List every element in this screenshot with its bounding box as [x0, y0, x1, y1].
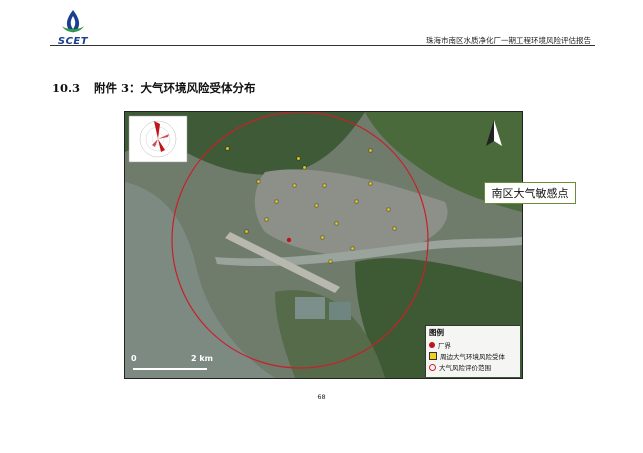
plant-marker — [286, 237, 292, 243]
receptor-marker — [350, 246, 355, 251]
receptor-marker — [392, 226, 397, 231]
receptor-marker — [354, 199, 359, 204]
legend-label: 大气风险评价范围 — [439, 364, 491, 372]
receptor-marker — [296, 156, 301, 161]
section-number: 10.3 — [52, 81, 81, 95]
receptor-marker — [328, 259, 333, 264]
legend-item-plant: 厂界 — [429, 340, 451, 350]
receptor-marker — [274, 199, 279, 204]
receptor-marker — [314, 203, 319, 208]
receptor-marker — [386, 207, 391, 212]
section-title: 附件 3：大气环境风险受体分布 — [94, 81, 256, 95]
plant-dot-icon — [429, 342, 435, 348]
legend-item-receptor: 周边大气环境风险受体 — [429, 351, 505, 361]
scale-start: 0 — [131, 354, 137, 363]
receptor-marker — [244, 229, 249, 234]
section-heading: 10.3 附件 3：大气环境风险受体分布 — [52, 80, 256, 96]
scale-bar-line — [133, 368, 207, 370]
legend-label: 厂界 — [438, 342, 451, 350]
receptor-marker — [368, 148, 373, 153]
receptor-square-icon — [429, 352, 437, 360]
wind-rose — [128, 115, 188, 163]
report-page: SCET 珠海市南区水质净化厂一期工程环境风险评估报告 10.3 附件 3：大气环… — [0, 0, 643, 453]
receptor-marker — [302, 165, 307, 170]
receptor-marker — [292, 183, 297, 188]
receptor-marker — [322, 183, 327, 188]
receptor-marker — [368, 181, 373, 186]
legend-item-range: 大气风险评价范围 — [429, 362, 491, 372]
page-number: 68 — [317, 393, 326, 401]
scale-end: 2 km — [191, 354, 214, 363]
legend-label: 周边大气环境风险受体 — [440, 353, 505, 361]
receptor-marker — [256, 179, 261, 184]
receptor-marker — [320, 235, 325, 240]
map-callout: 南区大气敏感点 — [484, 182, 576, 204]
header-divider — [50, 45, 595, 46]
map-legend: 图例 厂界 周边大气环境风险受体 大气风险评价范围 — [425, 325, 520, 377]
receptor-marker — [334, 221, 339, 226]
receptor-marker — [225, 146, 230, 151]
range-circle-icon — [429, 363, 436, 371]
scet-logo-mark — [62, 10, 84, 33]
legend-title: 图例 — [429, 328, 444, 337]
receptor-marker — [264, 217, 269, 222]
